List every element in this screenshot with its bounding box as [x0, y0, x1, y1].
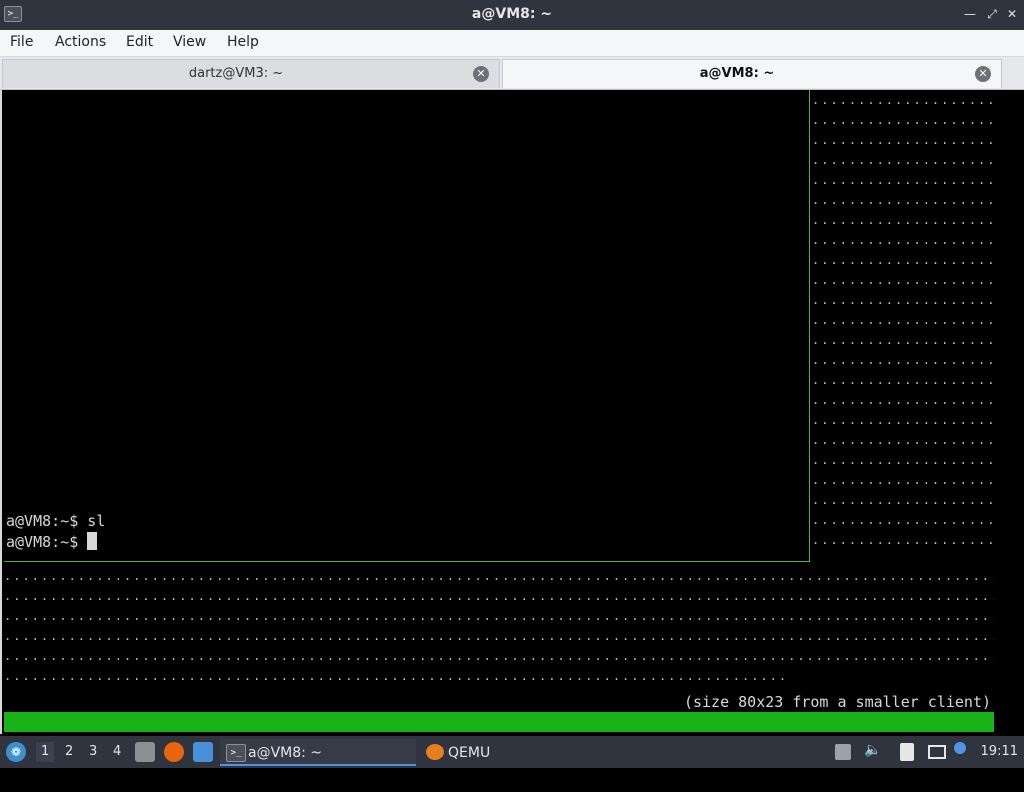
minimize-icon[interactable]: — — [962, 6, 978, 22]
tmux-filler-right: ......................... ..............… — [812, 93, 994, 562]
terminal-icon: >_ — [226, 744, 246, 762]
tab-label: dartz@VM3: ~ — [188, 66, 284, 81]
menubar: File Actions Edit View Help — [0, 30, 1024, 57]
menu-edit[interactable]: Edit — [126, 34, 153, 50]
start-menu-icon[interactable]: ❁ — [6, 742, 26, 762]
text-cursor — [87, 532, 98, 550]
show-desktop-icon[interactable] — [193, 742, 213, 762]
size-message: (size 80x23 from a smaller client) — [683, 693, 991, 711]
window-title: a@VM8: ~ — [471, 6, 553, 22]
clock[interactable]: 19:11 — [981, 744, 1018, 759]
task-label: QEMU — [448, 745, 491, 761]
workspace-2[interactable]: 2 — [65, 744, 73, 759]
task-qemu[interactable]: QEMU — [420, 739, 616, 766]
window-titlebar[interactable]: >_ a@VM8: ~ — ⤢ ✕ — [0, 0, 1024, 30]
tab-a-vm8[interactable]: a@VM8: ~ ✕ — [502, 59, 1002, 88]
terminal-line: a@VM8:~$ — [6, 533, 88, 551]
menu-file[interactable]: File — [10, 34, 33, 50]
file-manager-icon[interactable] — [135, 742, 155, 762]
tab-close-icon[interactable]: ✕ — [473, 66, 489, 82]
workspace-3[interactable]: 3 — [89, 744, 97, 759]
tmux-status-bar: [0] 0:bash* "VM8" 19:10 05-Apr-22 — [4, 712, 994, 771]
tab-label: a@VM8: ~ — [699, 66, 775, 81]
notification-icon[interactable] — [954, 742, 966, 754]
task-label: a@VM8: ~ — [248, 745, 323, 761]
task-terminal[interactable]: >_ a@VM8: ~ — [220, 739, 416, 766]
tab-close-icon[interactable]: ✕ — [975, 66, 991, 82]
volume-icon[interactable]: 🔈 — [864, 742, 881, 758]
tab-bar: dartz@VM3: ~ ✕ a@VM8: ~ ✕ — [0, 57, 1024, 90]
clipboard-icon[interactable] — [900, 743, 914, 761]
scrollbar[interactable] — [994, 90, 1024, 734]
qemu-icon — [426, 744, 444, 760]
terminal-prompt-line: a@VM8:~$ — [6, 532, 98, 551]
network-icon[interactable] — [928, 745, 946, 759]
keyboard-layout-icon[interactable] — [835, 744, 851, 760]
tmux-pane[interactable]: a@VM8:~$ sl a@VM8:~$ — [4, 90, 810, 562]
tab-dartz-vm3[interactable]: dartz@VM3: ~ ✕ — [2, 59, 500, 88]
menu-actions[interactable]: Actions — [55, 34, 106, 50]
close-icon[interactable]: ✕ — [1004, 6, 1020, 22]
maximize-icon[interactable]: ⤢ — [984, 6, 1000, 22]
menu-help[interactable]: Help — [227, 34, 259, 50]
menu-view[interactable]: View — [173, 34, 206, 50]
terminal-area[interactable]: ......................... ..............… — [0, 90, 1024, 771]
terminal-line: a@VM8:~$ sl — [6, 512, 106, 530]
tmux-filler-bottom: ........................................… — [4, 569, 994, 683]
workspace-1[interactable]: 1 — [36, 742, 55, 762]
firefox-icon[interactable] — [164, 742, 184, 762]
taskbar: ❁ 1 2 3 4 >_ a@VM8: ~ QEMU 🔈 19:11 — [0, 736, 1024, 768]
workspace-4[interactable]: 4 — [113, 744, 121, 759]
